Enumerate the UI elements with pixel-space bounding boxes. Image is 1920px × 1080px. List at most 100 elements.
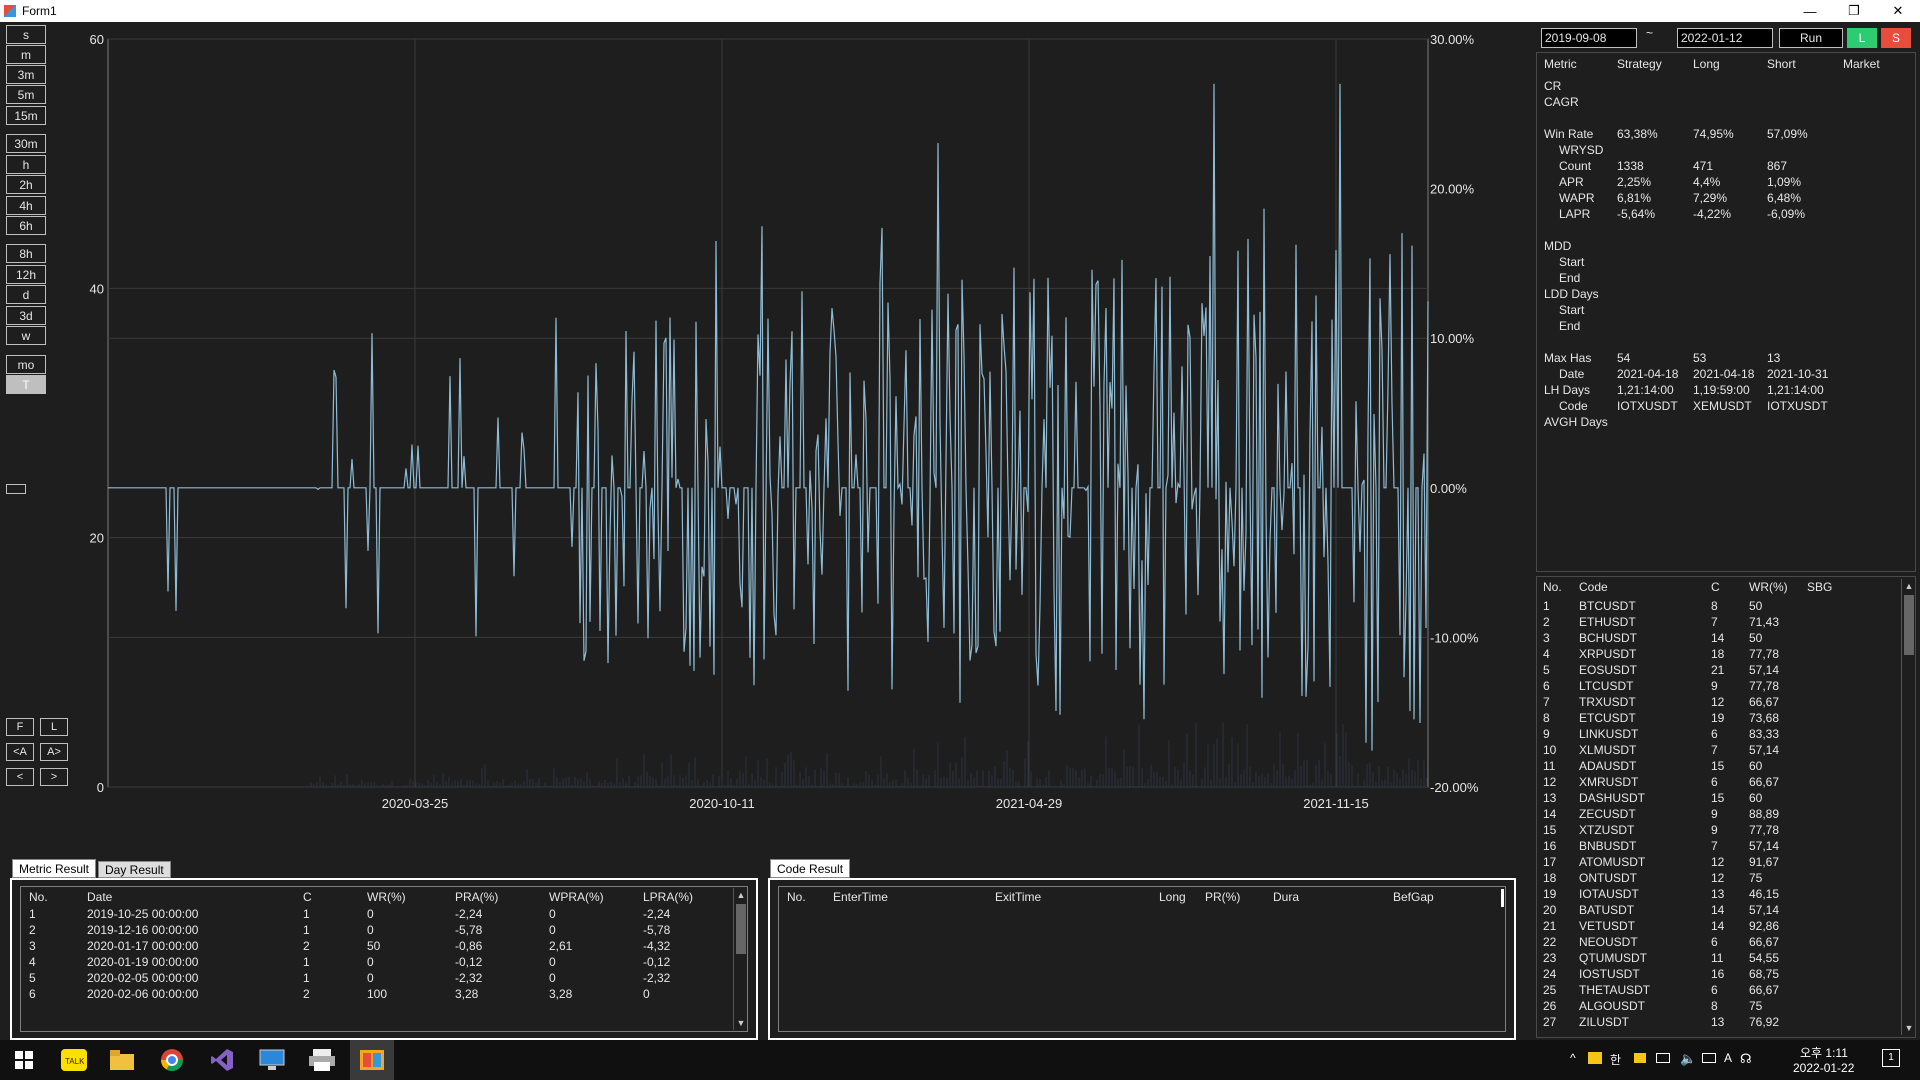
metric-result-rows: 1 2019-10-25 00:00:00 1 0 -2,24 0 -2,24 2 2019-1… xyxy=(21,907,731,1029)
tab-metric-result[interactable]: Metric Result xyxy=(12,859,97,878)
tab-code-result[interactable]: Code Result xyxy=(770,859,851,878)
network-icon[interactable] xyxy=(1702,1053,1716,1063)
code-list-item[interactable]: 27 ZILUSDT 13 76,92 xyxy=(1537,1015,1897,1031)
metric-result-row[interactable]: 6 2020-02-06 00:00:00 2 100 3,28 3,28 0 xyxy=(21,987,731,1003)
run-button[interactable]: Run xyxy=(1779,28,1843,48)
tray-chevron-icon[interactable]: ^ xyxy=(1570,1051,1576,1065)
code-result-header: No. EnterTime ExitTime Long PR(%) Dura B… xyxy=(779,890,1499,906)
metric-row: LDD Days xyxy=(1537,287,1917,303)
code-list-item[interactable]: 22 NEOUSDT 6 66,67 xyxy=(1537,935,1897,951)
mr-no: 4 xyxy=(29,955,36,969)
code-name: BNBUSDT xyxy=(1579,839,1637,853)
mr-scroll-up-icon[interactable]: ▲ xyxy=(734,888,748,902)
left-axis-tick: 20 xyxy=(90,531,104,546)
ime-korean-icon[interactable]: 한 xyxy=(1610,1051,1621,1068)
mr-pra-header: PRA(%) xyxy=(455,890,499,904)
tab-day-result[interactable]: Day Result xyxy=(98,861,171,878)
start-date-input[interactable]: 2019-09-08 xyxy=(1541,28,1637,48)
notification-bell-icon[interactable]: ☊ xyxy=(1740,1051,1752,1067)
code-list-item[interactable]: 20 BATUSDT 14 57,14 xyxy=(1537,903,1897,919)
code-list-item[interactable]: 2 ETHUSDT 7 71,43 xyxy=(1537,615,1897,631)
code-list-item[interactable]: 10 XLMUSDT 7 57,14 xyxy=(1537,743,1897,759)
code-list-item[interactable]: 17 ATOMUSDT 12 91,67 xyxy=(1537,855,1897,871)
maximize-button[interactable]: ❐ xyxy=(1832,0,1876,22)
code-name: ATOMUSDT xyxy=(1579,855,1646,869)
chrome-icon[interactable] xyxy=(156,1046,188,1074)
code-list-item[interactable]: 3 BCHUSDT 14 50 xyxy=(1537,631,1897,647)
right-axis-tick: -10.00% xyxy=(1430,630,1479,645)
minimize-button[interactable]: — xyxy=(1788,0,1832,22)
metric-result-row[interactable]: 1 2019-10-25 00:00:00 1 0 -2,24 0 -2,24 xyxy=(21,907,731,923)
mr-scroll-down-icon[interactable]: ▼ xyxy=(734,1016,748,1030)
printer-icon[interactable] xyxy=(306,1046,338,1074)
metric-result-row[interactable]: 4 2020-01-19 00:00:00 1 0 -0,12 0 -0,12 xyxy=(21,955,731,971)
battery-icon[interactable] xyxy=(1656,1053,1670,1063)
code-list-item[interactable]: 19 IOTAUSDT 13 46,15 xyxy=(1537,887,1897,903)
mr-date: 2019-12-16 00:00:00 xyxy=(87,923,199,937)
x-axis-tick: 2020-03-25 xyxy=(382,796,449,811)
code-list-item[interactable]: 18 ONTUSDT 12 75 xyxy=(1537,871,1897,887)
code-list-item[interactable]: 8 ETCUSDT 19 73,68 xyxy=(1537,711,1897,727)
short-button[interactable]: S xyxy=(1881,28,1911,48)
code-no: 24 xyxy=(1543,967,1557,981)
notes-tray-icon[interactable] xyxy=(1634,1053,1646,1063)
metric-result-row[interactable]: 3 2020-01-17 00:00:00 2 50 -0,86 2,61 -4,32 xyxy=(21,939,731,955)
code-list-item[interactable]: 11 ADAUSDT 15 60 xyxy=(1537,759,1897,775)
code-no: 25 xyxy=(1543,983,1557,997)
code-list-item[interactable]: 21 VETUSDT 14 92,86 xyxy=(1537,919,1897,935)
kakaotalk-tray-icon[interactable] xyxy=(1588,1052,1602,1064)
code-name: ETHUSDT xyxy=(1579,615,1636,629)
code-result-column-splitter[interactable] xyxy=(1501,889,1504,907)
code-list-scrollbar[interactable]: ▲ ▼ xyxy=(1901,579,1915,1035)
code-list-item[interactable]: 24 IOSTUSDT 16 68,75 xyxy=(1537,967,1897,983)
scroll-thumb[interactable] xyxy=(1904,595,1914,655)
form-app-taskbar-icon[interactable] xyxy=(350,1040,394,1080)
code-list-item[interactable]: 15 XTZUSDT 9 77,78 xyxy=(1537,823,1897,839)
code-name: BCHUSDT xyxy=(1579,631,1638,645)
volume-icon[interactable]: 🔈 xyxy=(1680,1051,1696,1067)
end-date-input[interactable]: 2022-01-12 xyxy=(1677,28,1773,48)
scroll-up-icon[interactable]: ▲ xyxy=(1902,579,1916,593)
metric-short-value: IOTXUSDT xyxy=(1767,399,1828,413)
code-list-item[interactable]: 9 LINKUSDT 6 83,33 xyxy=(1537,727,1897,743)
metric-label: Start xyxy=(1559,303,1585,317)
windows-start-icon[interactable] xyxy=(8,1046,40,1074)
metric-result-row[interactable]: 5 2020-02-05 00:00:00 1 0 -2,32 0 -2,32 xyxy=(21,971,731,987)
code-count: 15 xyxy=(1711,759,1725,773)
code-list-item[interactable]: 5 EOSUSDT 21 57,14 xyxy=(1537,663,1897,679)
code-list-item[interactable]: 26 ALGOUSDT 8 75 xyxy=(1537,999,1897,1015)
code-list-item[interactable]: 16 BNBUSDT 7 57,14 xyxy=(1537,839,1897,855)
metric-strategy-value: 2,25% xyxy=(1617,175,1652,189)
ime-a-icon[interactable]: A xyxy=(1724,1051,1732,1065)
metric-long-value: XEMUSDT xyxy=(1693,399,1752,413)
long-button[interactable]: L xyxy=(1847,28,1877,48)
code-list-item[interactable]: 6 LTCUSDT 9 77,78 xyxy=(1537,679,1897,695)
mr-wpra: 0 xyxy=(549,971,556,985)
tray-date[interactable]: 2022-01-22 xyxy=(1793,1061,1854,1075)
close-button[interactable]: ✕ xyxy=(1876,0,1920,22)
code-list-item[interactable]: 25 THETAUSDT 6 66,67 xyxy=(1537,983,1897,999)
kakaotalk-icon[interactable]: TALK xyxy=(58,1046,90,1074)
tray-time[interactable]: 오후 1:11 xyxy=(1800,1044,1848,1061)
code-list-item[interactable]: 14 ZECUSDT 9 88,89 xyxy=(1537,807,1897,823)
remote-desktop-icon[interactable] xyxy=(256,1046,288,1074)
scroll-down-icon[interactable]: ▼ xyxy=(1902,1021,1916,1035)
code-list-item[interactable]: 13 DASHUSDT 15 60 xyxy=(1537,791,1897,807)
metric-label: MDD xyxy=(1544,239,1572,253)
code-list-item[interactable]: 23 QTUMUSDT 11 54,55 xyxy=(1537,951,1897,967)
code-list-item[interactable]: 4 XRPUSDT 18 77,78 xyxy=(1537,647,1897,663)
metric-result-header: No. Date C WR(%) PRA(%) WPRA(%) LPRA(%) xyxy=(21,890,731,906)
code-list-item[interactable]: 1 BTCUSDT 8 50 xyxy=(1537,599,1897,615)
code-list-item[interactable]: 12 XMRUSDT 6 66,67 xyxy=(1537,775,1897,791)
visual-studio-icon[interactable] xyxy=(206,1046,238,1074)
metric-result-row[interactable]: 2 2019-12-16 00:00:00 1 0 -5,78 0 -5,78 xyxy=(21,923,731,939)
action-center-icon[interactable]: 1 xyxy=(1882,1049,1900,1067)
metric-row: AVGH Days xyxy=(1537,415,1917,431)
returns-chart[interactable]: 60 40 20 0 30.00% 20.00% 10.00% 0.00% -10.00% -20… xyxy=(0,22,1530,842)
code-no: 13 xyxy=(1543,791,1557,805)
metric-result-scrollbar[interactable]: ▲ ▼ xyxy=(733,888,747,1030)
code-list-item[interactable]: 7 TRXUSDT 12 66,67 xyxy=(1537,695,1897,711)
metric-row: CR xyxy=(1537,79,1917,95)
file-explorer-icon[interactable] xyxy=(106,1046,138,1074)
mr-scroll-thumb[interactable] xyxy=(736,904,746,954)
